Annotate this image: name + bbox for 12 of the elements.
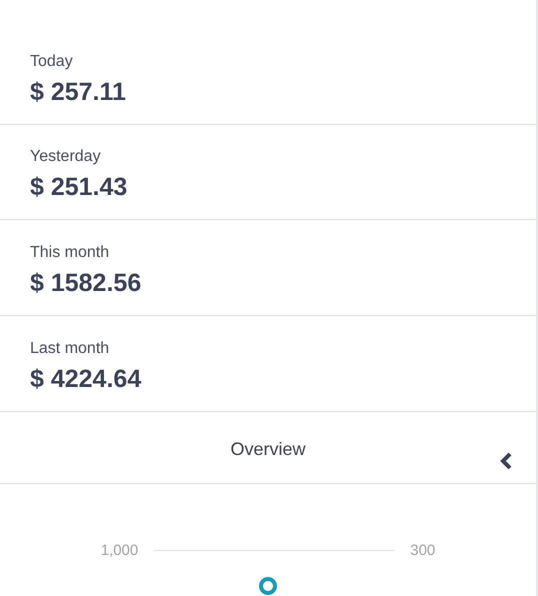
chevron-left-icon[interactable]	[498, 450, 514, 472]
stat-label: This month	[30, 242, 110, 263]
stat-value: $ 251.43	[30, 173, 128, 202]
overview-title: Overview	[230, 438, 306, 461]
scale-label: 1,000	[100, 540, 138, 560]
stat-value: $ 257.11	[30, 78, 126, 106]
stat-label: Today	[30, 52, 73, 72]
stat-value: $ 1582.56	[30, 268, 142, 297]
stat-label: Yesterday	[30, 147, 101, 168]
stat-label: Last month	[30, 338, 110, 359]
stat-value: $ 4224.64	[30, 364, 142, 393]
scale-label: 300	[410, 540, 436, 560]
